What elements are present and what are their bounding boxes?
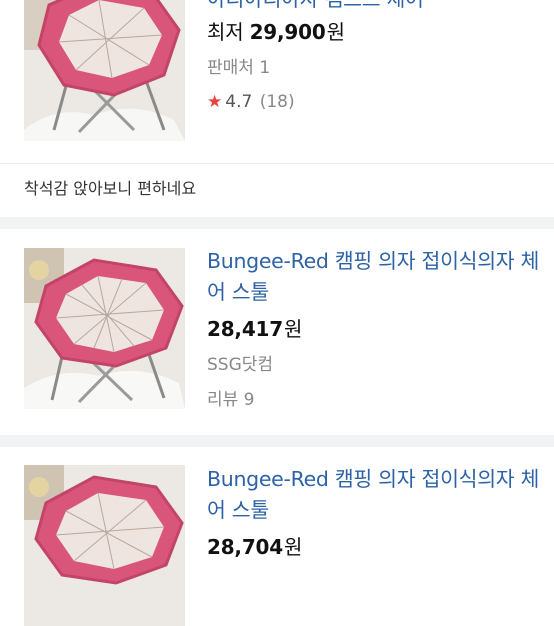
seller-count: 판매처 1 <box>207 58 271 78</box>
product-price: 28,704원 <box>207 534 302 560</box>
product-thumbnail[interactable] <box>24 248 185 409</box>
rating: ★ 4.7 (18) <box>207 91 295 113</box>
chair-image <box>24 248 185 409</box>
product-card-3[interactable]: Bungee-Red 캠핑 의자 접이식의자 체어 스툴 28,704원 <box>0 447 554 626</box>
rating-value: 4.7 <box>225 92 253 112</box>
price-prefix: 최저 <box>207 20 244 44</box>
seller-name[interactable]: SSG닷컴 <box>207 354 273 376</box>
product-thumbnail[interactable] <box>24 465 185 626</box>
price-unit: 원 <box>326 20 345 44</box>
price-unit: 원 <box>283 535 303 559</box>
price-value: 28,704 <box>207 535 283 559</box>
section-separator <box>0 435 554 447</box>
product-card-2[interactable]: Bungee-Red 캠핑 의자 접이식의자 체어 스툴 28,417원 SSG… <box>0 229 554 435</box>
chair-image <box>24 0 185 141</box>
product-title[interactable]: Bungee-Red 캠핑 의자 접이식의자 체어 스툴 <box>207 246 547 308</box>
product-thumbnail[interactable] <box>24 0 185 141</box>
review-count[interactable]: 리뷰 9 <box>207 389 255 411</box>
product-title[interactable]: Bungee-Red 캠핑 의자 접이식의자 체어 스툴 <box>207 464 547 526</box>
product-price: 28,417원 <box>207 316 302 342</box>
product-card-1[interactable]: 아리아리아자 캠프스 체어 최저 29,900원 판매처 1 ★4.7 (18)… <box>0 0 554 217</box>
chair-image <box>24 465 185 626</box>
review-snippet[interactable]: 착석감 앉아보니 편하네요 <box>24 178 196 200</box>
product-title[interactable]: 아리아리아자 캠프스 체어 <box>207 0 547 15</box>
lowest-price: 최저 29,900원 <box>207 19 345 45</box>
price-unit: 원 <box>283 317 303 341</box>
rating-count: (18) <box>259 92 295 112</box>
price-value: 28,417 <box>207 317 283 341</box>
price-value: 29,900 <box>249 20 326 44</box>
star-icon: ★ <box>207 92 223 112</box>
section-separator <box>0 217 554 229</box>
review-divider <box>0 163 554 164</box>
